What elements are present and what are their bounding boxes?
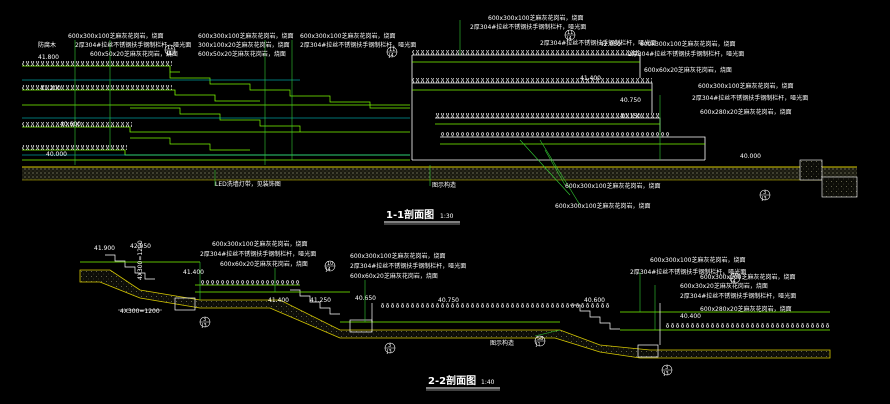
s1-note-16: 600x280x20芝麻灰花岗岩，烧面 <box>700 108 792 116</box>
s1-note-10: 600x300x100芝麻灰花岗岩，烧面 <box>488 14 583 22</box>
s1-note-5: 2厚304#拉丝不锈钢扶手钢制栏杆，哑光面 <box>300 41 416 49</box>
s1-note-3: 600x50x20芝麻灰花岗岩，烧面 <box>90 50 178 58</box>
s1-elev-40000-left: 40.000 <box>46 151 67 158</box>
s1-note-12: 600x60x20芝麻灰花岗岩，烧面 <box>644 66 732 74</box>
s1-note-22: 600x300x100芝麻灰花岗岩，烧面 <box>565 182 660 190</box>
s2-note-2: 2厚304#拉丝不锈钢扶手钢制栏杆，哑光面 <box>200 250 316 258</box>
s1-note-7: 600x50x20芝麻灰花岗岩，烧面 <box>198 50 286 58</box>
section-1-stone-cap <box>22 61 172 66</box>
s1-note-20: 图示构造 <box>432 181 456 189</box>
section-1-drawing: 41.800 41.200 40.600 40.000 42.050 41.40… <box>22 14 858 225</box>
s1-elev-41800: 41.800 <box>38 54 59 61</box>
s2-elev-40750: 40.750 <box>438 297 459 304</box>
s2-detail-tag: 10 J4 <box>324 260 336 273</box>
s2-elev-40600: 40.600 <box>584 297 605 304</box>
svg-text:J3: J3 <box>663 371 669 377</box>
svg-text:J1: J1 <box>535 342 541 348</box>
section-2-title: 2-2剖面图 <box>428 374 476 387</box>
s2-elev-40650: 40.650 <box>355 295 376 302</box>
section-1-stairs <box>130 72 410 151</box>
s1-note-11: 2厚304#拉丝不锈钢扶手钢制栏杆，哑光面 <box>628 50 744 58</box>
s2-elev-41250: 41.250 <box>310 297 331 304</box>
s2-note-12: 2厚304#拉丝不锈钢扶手钢制栏杆，哑光面 <box>680 292 796 300</box>
section-1-title: 1-1剖面图 <box>386 208 434 221</box>
svg-text:J3: J3 <box>201 323 207 329</box>
section-2-drawing: 4X300=1200 4X300=1200 41.900 42.050 41.4… <box>79 240 831 391</box>
s1-note-15: 600x300x100芝麻灰花岗岩，烧面 <box>698 82 793 90</box>
svg-text:J3: J3 <box>386 349 392 355</box>
s1-elev-41400: 41.400 <box>580 75 601 82</box>
s2-dimension: 4X300=1200 <box>120 308 160 315</box>
s1-note-2: 2厚304#拉丝不锈钢扶手钢制栏杆，哑光面 <box>75 41 191 49</box>
svg-text:J4: J4 <box>388 53 394 59</box>
svg-text:J4: J4 <box>325 267 331 273</box>
s1-note-6: 300x100x20芝麻灰花岗岩，烧面 <box>198 41 290 49</box>
s1-elev-40000-right: 40.000 <box>740 153 761 160</box>
s2-elev-41400-b: 41.400 <box>268 297 289 304</box>
s2-elev-41400-a: 41.400 <box>183 269 204 276</box>
s2-note-10: 600x300x100芝麻灰花岗岩，烧面 <box>700 273 795 281</box>
svg-text:J4: J4 <box>730 279 736 285</box>
s1-note-8: 600x300x100芝麻灰花岗岩，烧面 <box>300 32 395 40</box>
s2-elev-42050: 42.050 <box>130 243 151 250</box>
svg-text:J3: J3 <box>761 196 767 202</box>
s1-note-1: 600x300x100芝麻灰花岗岩，烧面 <box>68 32 163 40</box>
s2-note-6: 600x60x20芝麻灰花岗岩，烧面 <box>350 272 438 280</box>
svg-text:J4: J4 <box>166 51 172 57</box>
s2-note-5: 2厚304#拉丝不锈钢扶手钢制栏杆，哑光面 <box>350 262 466 270</box>
s1-note-21: 防腐木 <box>38 41 56 49</box>
s2-detail-tag: 3 J3 <box>661 364 673 377</box>
s1-detail-tag: 11 J4 <box>386 46 398 59</box>
s1-note-4: 600x300x100芝麻灰花岗岩，烧面 <box>198 32 293 40</box>
svg-text:J4: J4 <box>566 36 572 42</box>
s2-note-9: 600x30x20芝麻灰花岗岩，烧面 <box>680 282 768 290</box>
s1-elev-41200: 41.200 <box>40 85 61 92</box>
s1-note-19: LED洗墙灯带，见装饰图 <box>215 180 281 188</box>
s1-note-14: 2厚304#拉丝不锈钢扶手钢制栏杆，哑光面 <box>692 94 808 102</box>
s2-detail-tag: 3 J3 <box>199 316 211 329</box>
s2-note-11: 600x280x20芝麻灰花岗岩，烧面 <box>700 305 792 313</box>
s1-elev-40600: 40.600 <box>60 121 81 128</box>
s2-note-4: 600x300x100芝麻灰花岗岩，烧面 <box>350 252 445 260</box>
section-1-ground <box>22 167 857 180</box>
s1-detail-tag: 3 J3 <box>759 189 771 202</box>
section-2-scale: 1:40 <box>481 379 495 386</box>
cad-section-drawing: 41.800 41.200 40.600 40.000 42.050 41.40… <box>22 14 858 391</box>
section-1-scale: 1:30 <box>440 213 454 220</box>
s2-elev-41900: 41.900 <box>94 245 115 252</box>
s2-detail-tag: 3 J3 <box>384 342 396 355</box>
s2-elev-40400: 40.400 <box>680 313 701 320</box>
s1-note-18: 600x300x100芝麻灰花岗岩，烧面 <box>555 202 650 210</box>
s2-note-3: 600x60x20芝麻灰花岗岩，烧面 <box>220 260 308 268</box>
s1-elev-40750: 40.750 <box>620 97 641 104</box>
s2-note-1: 600x300x100芝麻灰花岗岩，烧面 <box>212 240 307 248</box>
s2-detail-tag: 58 J1 <box>534 335 546 348</box>
s2-note-13: 图示构造 <box>490 339 514 347</box>
s1-elev-40150: 40.150 <box>620 113 641 120</box>
s1-note-17: 2厚304#拉丝不锈钢扶手钢制栏杆，哑光面 <box>540 39 656 47</box>
s2-note-7: 600x300x100芝麻灰花岗岩，烧面 <box>650 256 745 264</box>
